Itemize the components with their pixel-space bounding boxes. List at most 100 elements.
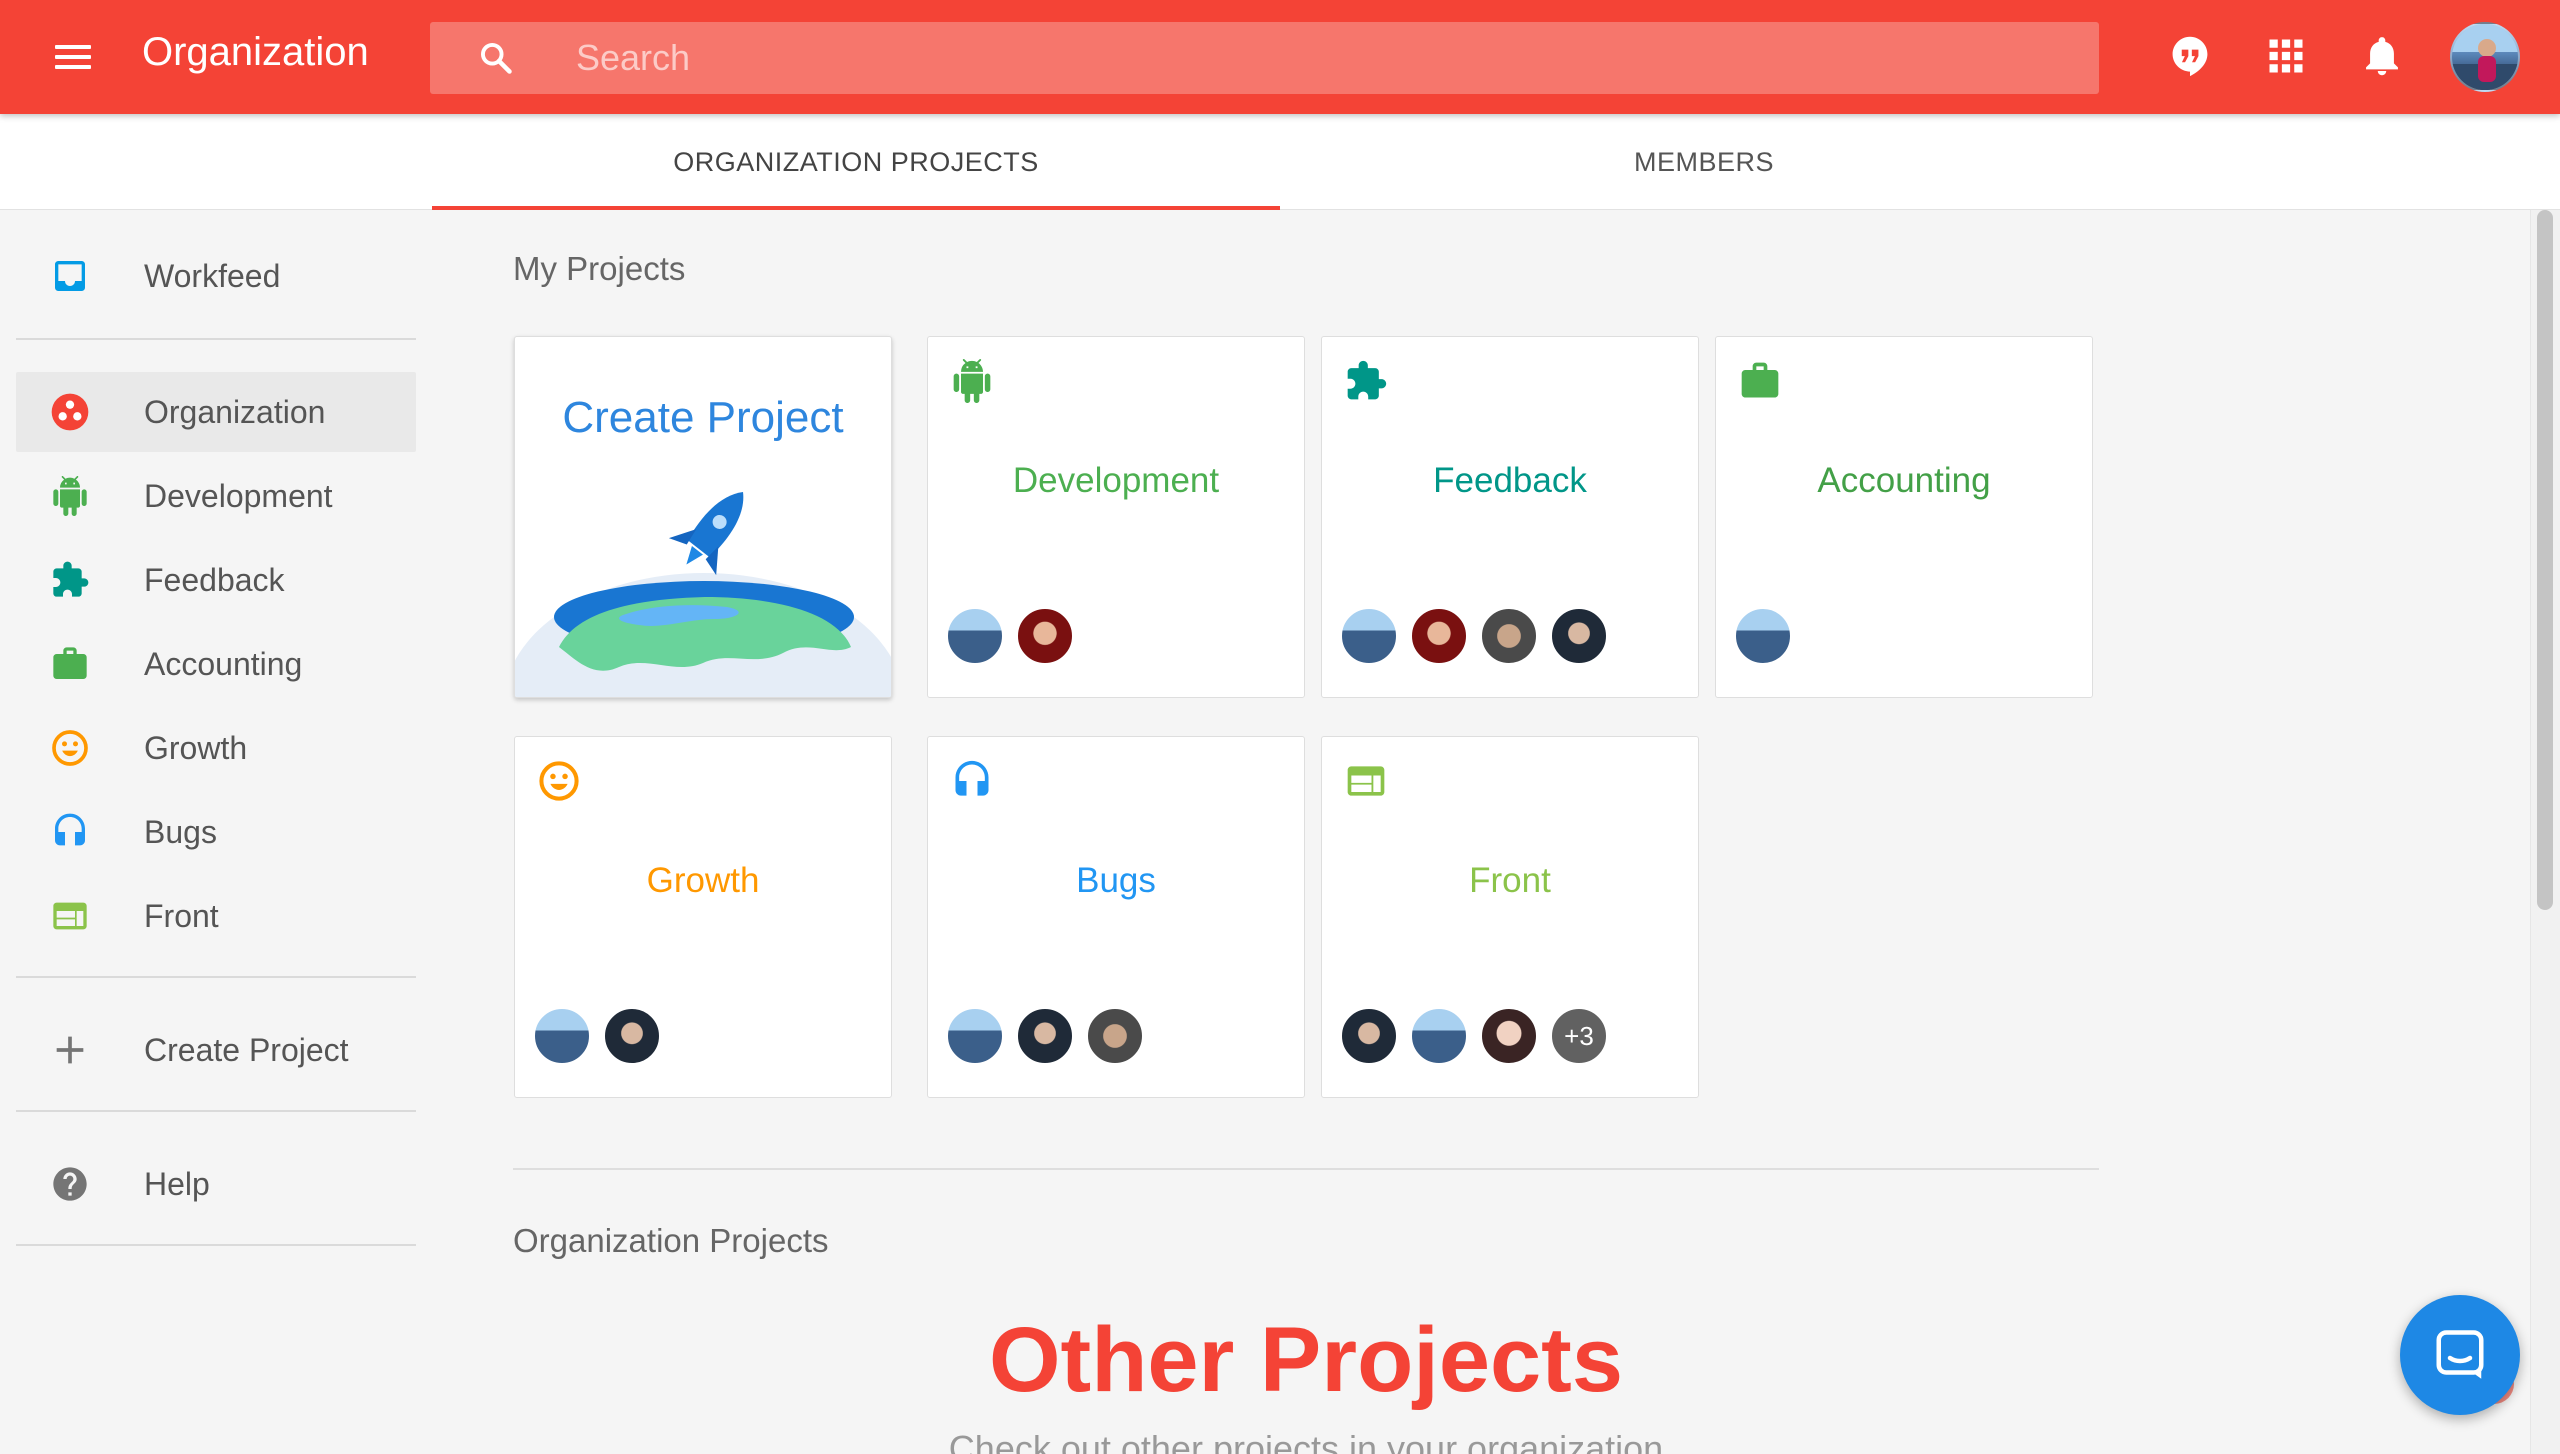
- sidebar-item-organization[interactable]: Organization: [16, 372, 416, 452]
- tab-label: ORGANIZATION PROJECTS: [673, 146, 1039, 177]
- create-project-label: Create Project: [562, 393, 844, 442]
- sidebar-item-bugs[interactable]: Bugs: [16, 792, 416, 872]
- web-icon: [53, 902, 87, 930]
- project-title: Accounting: [1817, 461, 1991, 500]
- tab-bar: ORGANIZATION PROJECTS MEMBERS: [0, 114, 2560, 210]
- sidebar-item-label: Front: [144, 898, 219, 934]
- more-members-badge[interactable]: +3: [1550, 1007, 1608, 1065]
- other-projects-subtitle: Check out other projects in your organiz…: [948, 1428, 1664, 1454]
- puzzle-icon: [1347, 360, 1387, 400]
- tab-active-indicator: [432, 206, 1280, 210]
- headset-icon: [55, 813, 85, 846]
- menu-icon[interactable]: [52, 40, 94, 74]
- avatar[interactable]: [1016, 1007, 1074, 1065]
- chat-launcher-button[interactable]: [2400, 1295, 2520, 1415]
- sidebar-item-label: Create Project: [144, 1032, 349, 1068]
- sidebar-divider: [16, 338, 416, 340]
- sidebar-item-label: Growth: [144, 730, 248, 766]
- sidebar-divider: [16, 1244, 416, 1246]
- help-icon: [53, 1167, 87, 1201]
- avatar[interactable]: [1410, 607, 1468, 665]
- organization-projects-title: Organization Projects: [513, 1222, 829, 1259]
- rocket-icon: [515, 492, 891, 697]
- inbox-icon: [55, 261, 85, 291]
- project-title: Feedback: [1433, 461, 1587, 500]
- avatar[interactable]: [1016, 607, 1074, 665]
- project-title: Growth: [646, 861, 760, 900]
- project-card-growth[interactable]: Growth: [514, 736, 892, 1098]
- sidebar-item-front[interactable]: Front: [16, 876, 416, 956]
- notifications-icon[interactable]: [2360, 34, 2404, 78]
- avatar[interactable]: [1086, 1007, 1144, 1065]
- search-bar[interactable]: [430, 22, 2099, 94]
- sidebar-item-workfeed[interactable]: Workfeed: [16, 236, 416, 316]
- content-divider: [513, 1168, 2099, 1170]
- sidebar-item-label: Development: [144, 478, 333, 514]
- apps-icon[interactable]: [2264, 34, 2308, 78]
- scrollbar-track[interactable]: [2530, 210, 2560, 1454]
- sidebar-item-label: Accounting: [144, 646, 303, 682]
- tab-organization-projects[interactable]: ORGANIZATION PROJECTS: [432, 114, 1280, 210]
- project-card-development[interactable]: Development: [927, 336, 1305, 698]
- sidebar-divider: [16, 1110, 416, 1112]
- search-input[interactable]: [576, 22, 2056, 94]
- smile-icon: [539, 761, 579, 801]
- avatar[interactable]: [1340, 1007, 1398, 1065]
- sidebar-divider: [16, 976, 416, 978]
- smile-icon: [52, 730, 88, 766]
- project-card-feedback[interactable]: Feedback: [1321, 336, 1699, 698]
- plus-icon: [56, 1036, 84, 1064]
- sidebar-item-feedback[interactable]: Feedback: [16, 540, 416, 620]
- avatar[interactable]: [1410, 1007, 1468, 1065]
- avatar[interactable]: [946, 607, 1004, 665]
- avatar[interactable]: [1480, 607, 1538, 665]
- main-content: My Projects Create Project Development F…: [430, 210, 2530, 1454]
- app-root: Organization Search ORGANIZATION PROJECT…: [0, 0, 2560, 1454]
- sidebar-item-label: Workfeed: [144, 258, 281, 294]
- project-title: Development: [1012, 461, 1220, 500]
- user-avatar[interactable]: [2450, 22, 2520, 92]
- project-title: Front: [1469, 861, 1551, 900]
- my-projects-title: My Projects: [513, 250, 686, 287]
- user-photo: [2452, 24, 2518, 90]
- other-projects-heading: Other Projects: [989, 1309, 1623, 1411]
- avatar[interactable]: [533, 1007, 591, 1065]
- project-card-bugs[interactable]: Bugs: [927, 736, 1305, 1098]
- avatar[interactable]: [1480, 1007, 1538, 1065]
- avatar[interactable]: [1734, 607, 1792, 665]
- sidebar-item-label: Help: [144, 1166, 210, 1202]
- search-icon: [481, 43, 512, 74]
- create-project-card[interactable]: Create Project: [514, 336, 892, 698]
- avatar[interactable]: [1340, 607, 1398, 665]
- chat-icon: [2436, 1330, 2484, 1379]
- sidebar-item-development[interactable]: Development: [16, 456, 416, 536]
- project-card-front[interactable]: Front +3: [1321, 736, 1699, 1098]
- avatar[interactable]: [1550, 607, 1608, 665]
- headset-icon: [955, 760, 989, 796]
- avatar[interactable]: [946, 1007, 1004, 1065]
- project-title: Bugs: [1076, 861, 1156, 900]
- android-icon: [53, 476, 87, 516]
- tab-members[interactable]: MEMBERS: [1280, 114, 2128, 210]
- briefcase-icon: [53, 647, 87, 679]
- puzzle-icon: [53, 561, 89, 597]
- app-title: Organization: [142, 30, 369, 74]
- sidebar-item-label: Feedback: [144, 562, 285, 598]
- sidebar: Workfeed Organization Development Feedba…: [0, 210, 430, 1454]
- sidebar-item-help[interactable]: Help: [16, 1144, 416, 1224]
- hangouts-icon[interactable]: [2168, 34, 2212, 78]
- android-icon: [953, 359, 991, 403]
- sidebar-item-accounting[interactable]: Accounting: [16, 624, 416, 704]
- sidebar-item-create-project[interactable]: Create Project: [16, 1010, 416, 1090]
- avatar[interactable]: [603, 1007, 661, 1065]
- sidebar-item-growth[interactable]: Growth: [16, 708, 416, 788]
- tab-label: MEMBERS: [1633, 146, 1775, 177]
- project-card-accounting[interactable]: Accounting: [1715, 336, 2093, 698]
- scrollbar-thumb[interactable]: [2537, 210, 2553, 910]
- organization-icon: [51, 393, 89, 431]
- sidebar-item-label: Bugs: [144, 814, 217, 850]
- web-icon: [1347, 766, 1385, 796]
- top-app-bar: Organization: [0, 0, 2560, 114]
- briefcase-icon: [1741, 362, 1779, 398]
- sidebar-item-label: Organization: [144, 394, 326, 430]
